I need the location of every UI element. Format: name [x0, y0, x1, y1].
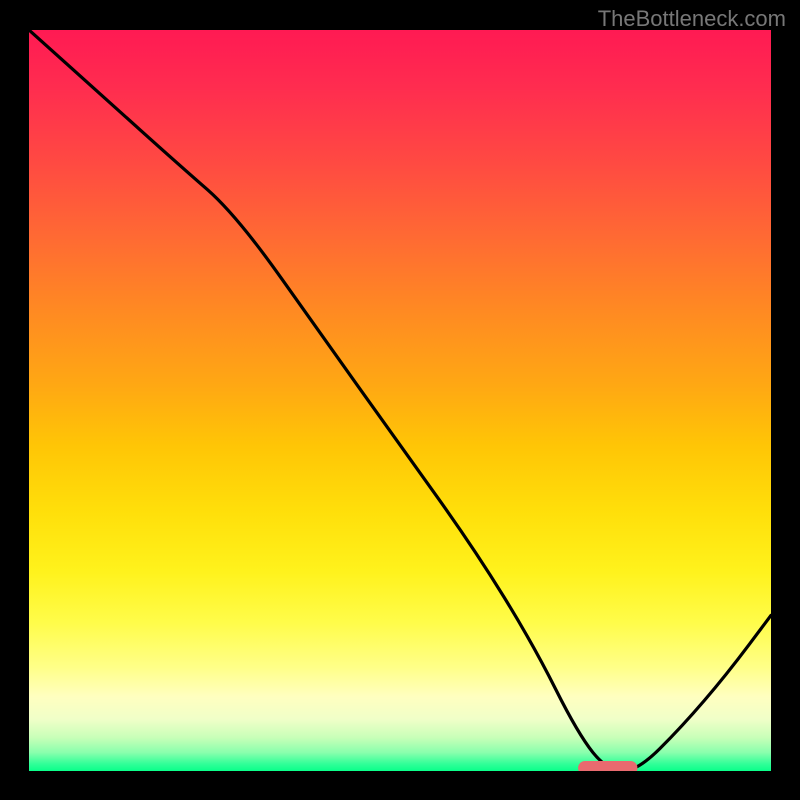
watermark-text: TheBottleneck.com — [598, 6, 786, 32]
bottleneck-curve-path — [29, 30, 771, 771]
chart-plot-area — [29, 30, 771, 771]
optimal-range-marker — [578, 761, 637, 771]
chart-svg — [29, 30, 771, 771]
